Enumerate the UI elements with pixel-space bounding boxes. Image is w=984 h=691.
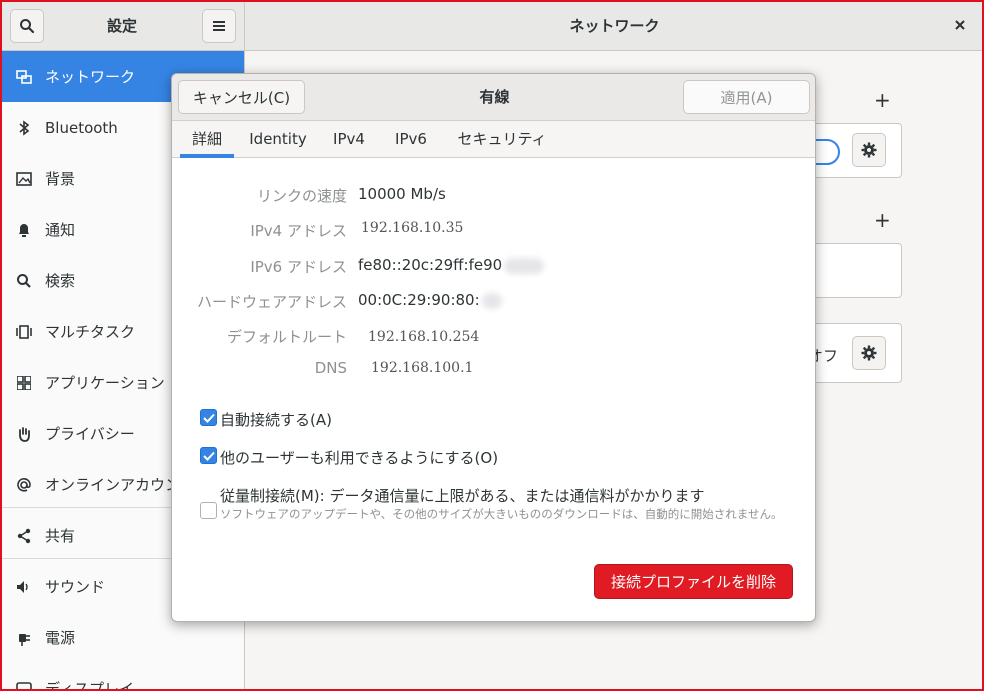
sidebar-item-label: 検索: [45, 272, 76, 290]
speaker-icon: [14, 577, 34, 597]
redaction-blur: [481, 292, 502, 309]
dns-value: 192.168.100.1: [371, 360, 474, 376]
tab-identity[interactable]: Identity: [246, 121, 310, 158]
sidebar-item-displays[interactable]: ディスプレイ: [2, 663, 244, 691]
ipv6-address-value: fe80::20c:29ff:fe90: [358, 256, 545, 274]
bell-icon: [14, 220, 34, 240]
search-icon: [14, 271, 34, 291]
sidebar-item-label: 通知: [45, 221, 76, 239]
all-users-label[interactable]: 他のユーザーも利用できるようにする(O): [220, 447, 498, 468]
sidebar-item-label: アプリケーション: [45, 374, 165, 392]
tab-ipv6[interactable]: IPv6: [388, 121, 434, 158]
search-icon: [20, 19, 35, 34]
metered-description: ソフトウェアのアップデートや、その他のサイズが大きいもののダウンロードは、自動的…: [220, 507, 783, 521]
sidebar-title: 設定: [106, 17, 137, 35]
close-icon: [955, 20, 965, 30]
add-vpn-icon[interactable]: +: [874, 208, 891, 232]
cancel-button[interactable]: キャンセル(C): [178, 80, 305, 114]
hand-icon: [14, 424, 34, 444]
hamburger-menu-icon: [213, 21, 225, 31]
tab-security[interactable]: セキュリティ: [452, 121, 552, 158]
sidebar-item-label: ネットワーク: [45, 68, 136, 86]
dns-label: DNS: [314, 359, 347, 377]
share-icon: [14, 526, 34, 546]
gear-icon: [861, 142, 877, 158]
add-connection-icon[interactable]: +: [874, 88, 891, 112]
search-button[interactable]: [10, 9, 44, 43]
sidebar-item-label: プライバシー: [45, 425, 135, 443]
ipv6-address-text: fe80::20c:29ff:fe90: [358, 256, 503, 274]
page-title: ネットワーク: [569, 17, 660, 35]
vpn-card: [802, 243, 902, 298]
at-icon: [14, 475, 34, 495]
auto-connect-label[interactable]: 自動接続する(A): [220, 409, 332, 430]
menu-button[interactable]: [202, 9, 236, 43]
auto-connect-checkbox[interactable]: [200, 409, 217, 426]
dialog-tabs: 詳細 Identity IPv4 IPv6 セキュリティ: [172, 121, 815, 158]
check-icon: [202, 413, 215, 423]
apply-button[interactable]: 適用(A): [683, 80, 810, 114]
sidebar-item-label: 背景: [45, 170, 76, 188]
power-plug-icon: [14, 628, 34, 648]
main-header: ネットワーク: [245, 2, 982, 51]
background-icon: [14, 169, 34, 189]
wired-connection-dialog: キャンセル(C) 有線 適用(A) 詳細 Identity IPv4 IPv6 …: [171, 73, 816, 622]
check-icon: [202, 451, 215, 461]
sidebar-item-label: ディスプレイ: [45, 680, 134, 691]
hardware-address-value: 00:0C:29:90:80:: [358, 291, 502, 309]
all-users-checkbox[interactable]: [200, 447, 217, 464]
redaction-blur: [504, 257, 545, 274]
hardware-address-text: 00:0C:29:90:80:: [358, 291, 480, 309]
sidebar-item-label: マルチタスク: [45, 323, 136, 341]
delete-profile-button[interactable]: 接続プロファイルを削除: [594, 564, 793, 599]
sidebar-item-label: Bluetooth: [45, 118, 118, 137]
sidebar-item-label: 共有: [45, 527, 76, 545]
proxy-settings-button[interactable]: [852, 336, 886, 370]
display-icon: [14, 679, 34, 689]
metered-label[interactable]: 従量制接続(M): データ通信量に上限がある、または通信料がかかります: [220, 485, 704, 506]
close-button[interactable]: [950, 16, 970, 36]
sidebar-header: 設定: [2, 2, 245, 51]
default-route-label: デフォルトルート: [226, 328, 347, 346]
network-icon: [14, 67, 34, 87]
wired-settings-button[interactable]: [852, 133, 886, 167]
apps-grid-icon: [14, 373, 34, 393]
default-route-value: 192.168.10.254: [368, 329, 480, 345]
sidebar-item-label: サウンド: [45, 578, 106, 596]
metered-checkbox[interactable]: [200, 502, 217, 519]
settings-window: 設定 ネットワーク ネットワーク Bluetooth 背景 通知 検索 マルチタ…: [0, 0, 984, 691]
sidebar-item-label: 電源: [45, 629, 76, 647]
link-speed-value: 10000 Mb/s: [358, 185, 446, 203]
tab-details[interactable]: 詳細: [180, 121, 234, 158]
hardware-address-label: ハードウェアアドレス: [196, 293, 347, 311]
ipv4-address-label: IPv4 アドレス: [250, 222, 347, 240]
multitasking-icon: [14, 322, 34, 342]
tab-ipv4[interactable]: IPv4: [326, 121, 372, 158]
bluetooth-icon: [14, 118, 34, 138]
gear-icon: [861, 345, 877, 361]
dialog-header: キャンセル(C) 有線 適用(A): [172, 74, 815, 121]
ipv4-address-value: 192.168.10.35: [361, 220, 464, 236]
link-speed-label: リンクの速度: [256, 187, 347, 205]
ipv6-address-label: IPv6 アドレス: [250, 258, 347, 276]
